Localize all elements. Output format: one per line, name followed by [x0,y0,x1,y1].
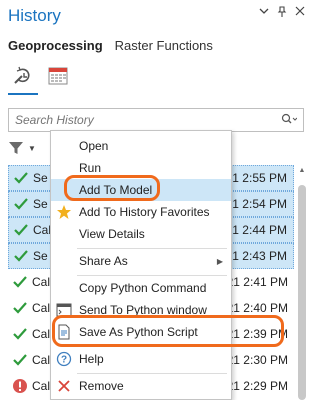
remove-icon [55,377,73,395]
menu-item-label: Add To History Favorites [79,205,210,219]
checkmark-icon [11,194,31,214]
menu-item-add-to-model[interactable]: Add To Model [51,179,231,201]
history-toolbar [8,62,72,90]
menu-item-label: Share As [79,254,128,268]
scrollbar-thumb[interactable] [298,185,306,400]
calendar-grid-icon[interactable] [44,62,72,90]
menu-item-run[interactable]: Run [51,157,231,179]
python-script-icon [55,323,73,341]
vertical-scrollbar[interactable]: ▲ [296,165,308,400]
search-box [8,108,304,132]
menu-item-label: Save As Python Script [79,325,198,339]
history-row-time: 21 2:44 PM [225,223,287,237]
history-row-time: 21 2:41 PM [226,275,288,289]
chevron-down-icon[interactable]: ▼ [28,144,36,153]
menu-item-label: Add To Model [79,183,153,197]
search-input[interactable] [9,109,269,131]
menu-separator [77,248,227,249]
filter-icon[interactable] [8,140,24,156]
chevron-down-icon[interactable] [258,6,270,20]
tab-geoprocessing[interactable]: Geoprocessing [8,38,103,53]
menu-separator [77,346,227,347]
checkmark-icon [10,350,30,370]
history-row-time: 21 2:54 PM [225,197,287,211]
menu-item-label: Open [79,139,109,153]
checkmark-icon [10,272,30,292]
menu-item-save-as-python-script[interactable]: Save As Python Script [51,321,231,343]
menu-item-share-as[interactable]: Share As ▶ [51,250,231,272]
menu-separator [77,275,227,276]
history-row-time: 21 2:40 PM [226,301,288,315]
history-row-time: 21 2:30 PM [226,353,288,367]
active-tool-indicator [8,93,38,95]
menu-item-open[interactable]: Open [51,135,231,157]
menu-item-label: Help [79,352,104,366]
history-tool-icon[interactable] [8,62,36,90]
python-window-icon [55,301,73,319]
tab-strip: Geoprocessing Raster Functions [8,38,213,53]
checkmark-icon [11,168,31,188]
close-icon[interactable] [294,6,306,20]
history-row-time: 21 2:39 PM [226,327,288,341]
star-icon [55,203,73,221]
pane-title: History [8,6,61,25]
help-icon: ? [55,350,73,368]
pane-title-bar: History [0,0,312,34]
menu-item-help[interactable]: ? Help [51,348,231,370]
history-pane: History Geoprocessing Raster Functions S… [0,0,312,400]
menu-item-copy-python-command[interactable]: Copy Python Command [51,277,231,299]
menu-item-remove[interactable]: Remove [51,375,231,397]
filter-row: ▼ [8,137,36,159]
title-bar-controls [258,6,306,20]
svg-text:?: ? [61,355,67,366]
context-menu: Open Run Add To Model Add To History Fav… [50,130,232,400]
error-icon [10,376,30,396]
checkmark-icon [10,298,30,318]
checkmark-icon [11,220,31,240]
checkmark-icon [11,246,31,266]
search-icon[interactable] [281,113,298,127]
menu-item-add-to-history-favorites[interactable]: Add To History Favorites [51,201,231,223]
menu-item-label: Run [79,161,102,175]
menu-separator [77,373,227,374]
menu-item-label: View Details [79,227,145,241]
chevron-right-icon: ▶ [216,256,223,266]
pin-icon[interactable] [276,6,288,20]
scroll-up-icon[interactable]: ▲ [296,165,308,177]
checkmark-icon [10,324,30,344]
menu-item-label: Copy Python Command [79,281,207,295]
menu-item-view-details[interactable]: View Details [51,223,231,245]
menu-item-label: Remove [79,379,124,393]
history-row-time: 21 2:55 PM [225,171,287,185]
menu-item-label: Send To Python window [79,303,207,317]
tab-raster-functions[interactable]: Raster Functions [115,38,213,53]
menu-item-send-to-python-window[interactable]: Send To Python window [51,299,231,321]
history-row-time: 21 2:43 PM [225,249,287,263]
